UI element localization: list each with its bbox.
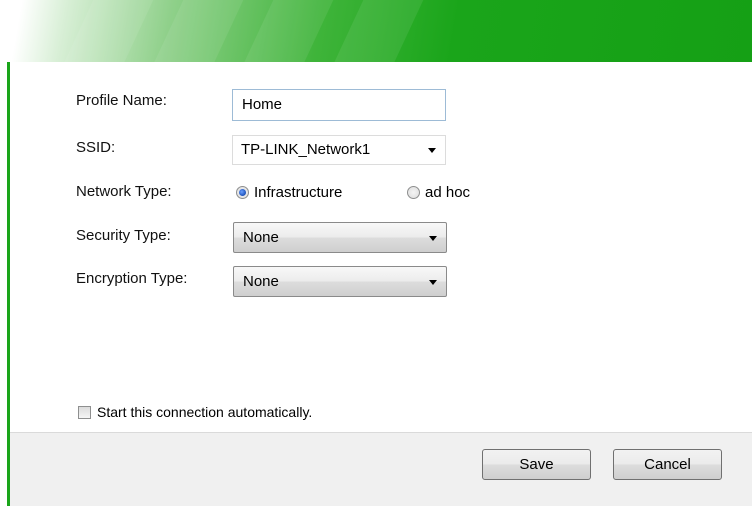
security-type-select[interactable]: None	[233, 222, 447, 253]
ssid-select[interactable]: TP-LINK_Network1	[232, 135, 446, 165]
adhoc-label: ad hoc	[425, 184, 471, 201]
ssid-value: TP-LINK_Network1	[241, 141, 371, 158]
cancel-button[interactable]: Cancel	[613, 449, 722, 480]
profile-name-label: Profile Name:	[76, 92, 167, 109]
security-type-value: None	[243, 229, 279, 246]
radio-checked-icon[interactable]	[236, 186, 249, 199]
radio-unchecked-icon[interactable]	[407, 186, 420, 199]
profile-name-value: Home	[242, 96, 283, 113]
save-button[interactable]: Save	[482, 449, 591, 480]
security-type-label: Security Type:	[76, 227, 171, 244]
network-type-infrastructure-radio[interactable]: Infrastructure	[236, 184, 342, 201]
network-type-label: Network Type:	[76, 183, 172, 200]
encryption-type-value: None	[243, 273, 279, 290]
header-banner	[7, 0, 752, 62]
chevron-down-icon	[429, 235, 437, 241]
chevron-down-icon	[429, 279, 437, 285]
encryption-type-select[interactable]: None	[233, 266, 447, 297]
network-type-adhoc-radio[interactable]: ad hoc	[407, 184, 470, 201]
infrastructure-label: Infrastructure	[254, 184, 343, 201]
encryption-type-label: Encryption Type:	[76, 270, 188, 287]
profile-dialog: Profile Name: Home SSID: TP-LINK_Network…	[7, 0, 752, 506]
auto-connect-row[interactable]: Start this connection automatically.	[78, 404, 312, 420]
chevron-down-icon	[428, 148, 436, 153]
ssid-label: SSID:	[76, 139, 116, 156]
auto-connect-label: Start this connection automatically.	[97, 404, 313, 420]
profile-name-input[interactable]: Home	[232, 89, 446, 121]
auto-connect-checkbox[interactable]	[78, 405, 91, 419]
